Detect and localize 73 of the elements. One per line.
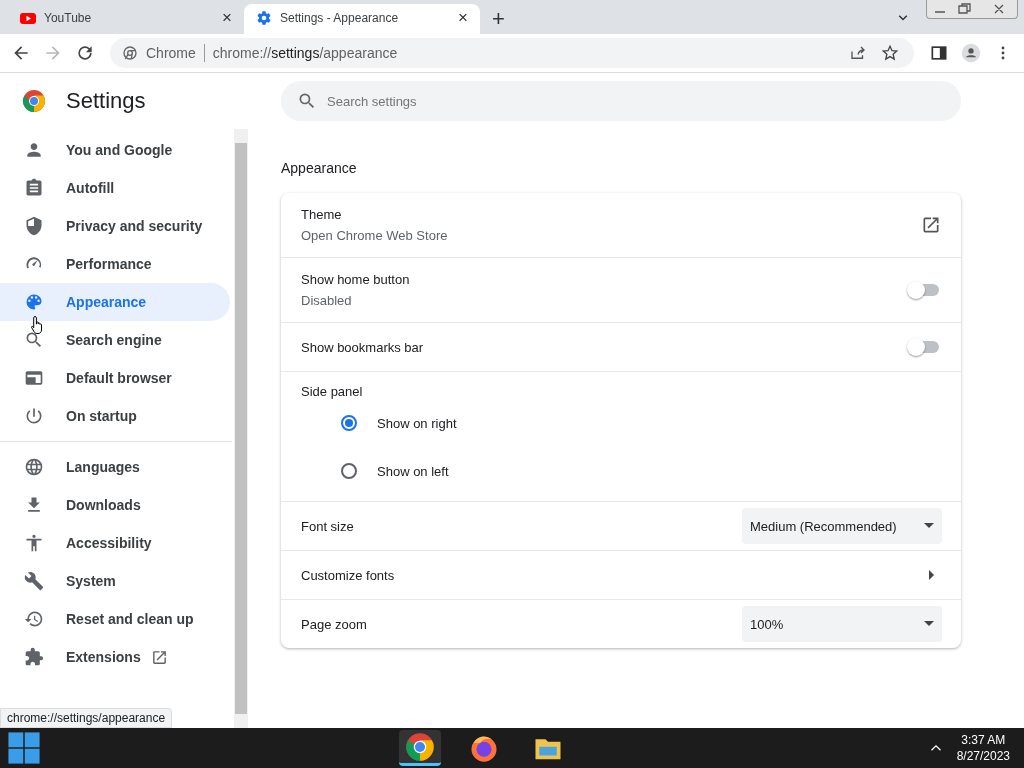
row-label: Show bookmarks bar — [301, 339, 425, 355]
chrome-logo-icon — [122, 45, 138, 61]
radio-option[interactable]: Show on left — [301, 447, 941, 495]
toggle-switch[interactable] — [909, 341, 939, 353]
caret-right-icon[interactable] — [929, 570, 935, 580]
caret-icon — [924, 621, 934, 627]
sidebar-item[interactable]: Appearance — [0, 283, 230, 321]
chrome-logo-icon — [22, 89, 46, 113]
browser-tab[interactable]: YouTube × — [8, 4, 244, 34]
gear-icon — [256, 10, 272, 26]
search-icon — [24, 330, 44, 350]
radio-option[interactable]: Show on right — [301, 399, 941, 447]
row-label: Customize fonts — [301, 567, 396, 583]
sidebar-item[interactable]: On startup — [0, 397, 230, 435]
row-label: Page zoom — [301, 616, 368, 632]
chrome-logo-icon — [405, 731, 436, 762]
sidebar-item[interactable]: Reset and clean up — [0, 600, 230, 638]
puzzle-icon — [24, 647, 44, 667]
close-tab-button[interactable]: × — [456, 8, 470, 28]
toggle-switch[interactable] — [909, 284, 939, 296]
history-icon — [24, 609, 44, 629]
dropdown[interactable]: Medium (Recommended) — [742, 508, 942, 544]
wrench-icon — [24, 571, 44, 591]
palette-icon — [24, 292, 44, 312]
browser-tab[interactable]: Settings - Appearance × — [244, 4, 480, 34]
sidebar-item[interactable]: Downloads — [0, 486, 230, 524]
clock-date: 8/27/2023 — [956, 749, 1010, 763]
sidebar-item[interactable]: System — [0, 562, 230, 600]
sidebar-item[interactable]: Accessibility — [0, 524, 230, 562]
search-icon — [297, 91, 317, 111]
dropdown[interactable]: 100% — [742, 606, 942, 642]
tab-title: Settings - Appearance — [280, 11, 400, 25]
sidebar-item[interactable]: You and Google — [0, 131, 230, 169]
sidebar-item[interactable]: Performance — [0, 245, 230, 283]
globe-icon — [24, 457, 44, 477]
external-link-icon[interactable] — [921, 215, 941, 235]
address-bar[interactable]: Chrome chrome://settings/appearance — [110, 38, 914, 68]
row-label: Theme — [301, 207, 343, 222]
sidebar-item[interactable]: Autofill — [0, 169, 230, 207]
sidebar-item[interactable]: Privacy and security — [0, 207, 230, 245]
power-icon — [24, 406, 44, 426]
new-tab-button[interactable]: + — [486, 6, 511, 32]
clipboard-icon — [24, 178, 44, 198]
row-sublabel: Disabled — [301, 293, 353, 308]
radio-button[interactable] — [341, 463, 357, 479]
scrollbar[interactable] — [234, 129, 248, 728]
site-label: Chrome — [146, 45, 196, 61]
row-label: Font size — [301, 518, 355, 534]
row-label: Show home button — [301, 272, 411, 287]
search-field[interactable]: Search settings — [281, 81, 961, 121]
browser-window-icon — [24, 368, 44, 388]
play-logo-icon — [20, 10, 36, 26]
url-text: chrome://settings/appearance — [212, 45, 398, 61]
shield-icon — [24, 216, 44, 236]
caret-icon — [924, 523, 934, 529]
row-sublabel: Open Chrome Web Store — [301, 228, 449, 243]
window-controls[interactable] — [926, 0, 1018, 19]
taskbar-app[interactable] — [399, 730, 442, 766]
sidebar-item[interactable]: Extensions — [0, 638, 230, 676]
sidebar-item[interactable]: Search engine — [0, 321, 230, 359]
section-title: Appearance — [281, 160, 358, 176]
status-url: chrome://settings/appearance — [0, 708, 173, 728]
sidebar-item[interactable]: Languages — [0, 448, 230, 486]
external-link-icon — [150, 648, 168, 666]
accessibility-icon — [24, 533, 44, 553]
row-label: Side panel — [301, 384, 364, 399]
radio-button[interactable] — [341, 415, 357, 431]
clock-time: 3:37 AM — [961, 733, 1006, 747]
close-tab-button[interactable]: × — [220, 8, 234, 28]
sidebar-item[interactable]: Default browser — [0, 359, 230, 397]
start-icon[interactable] — [6, 731, 42, 765]
tab-title: YouTube — [44, 11, 93, 25]
settings-title: Settings — [66, 88, 146, 114]
